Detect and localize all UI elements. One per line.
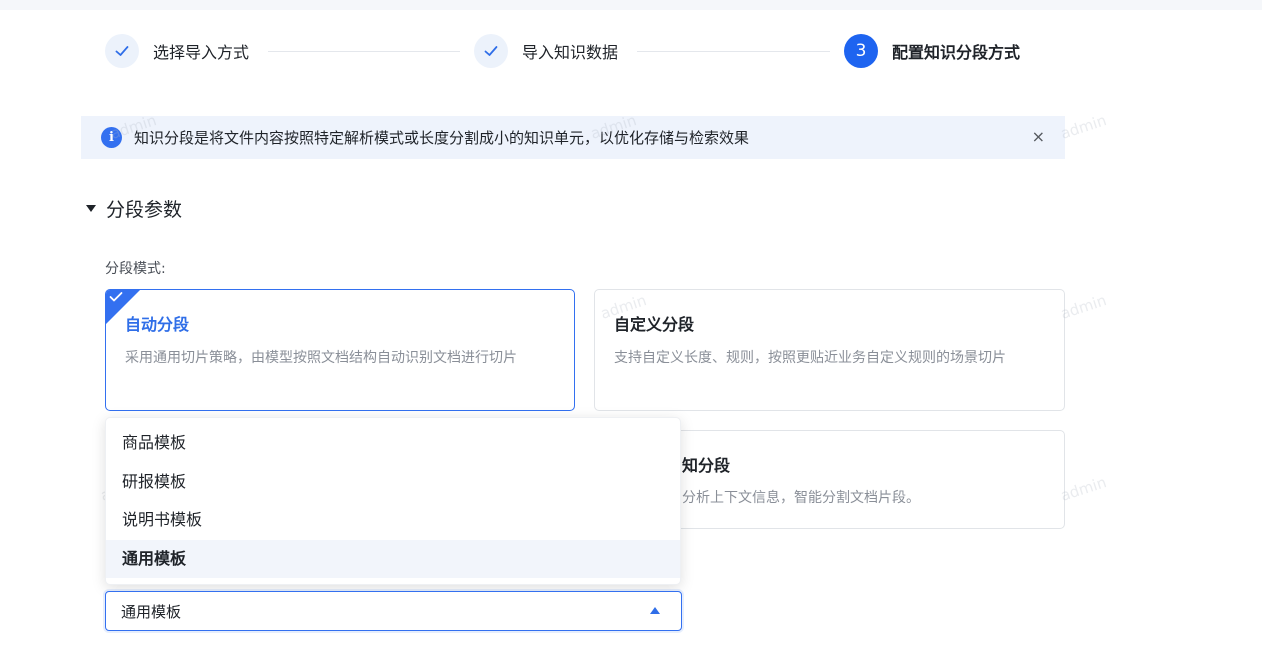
step-connector: [268, 51, 460, 52]
step-1: 选择导入方式: [105, 34, 249, 68]
check-icon: [474, 34, 508, 68]
mode-label: 分段模式:: [105, 261, 166, 277]
check-icon: [105, 34, 139, 68]
watermark: admin: [1058, 473, 1109, 505]
info-icon: i: [101, 127, 122, 148]
card-description: 支持自定义长度、规则，按照更贴近业务自定义规则的场景切片: [614, 350, 1006, 366]
template-select[interactable]: 通用模板: [105, 591, 682, 631]
mode-card-auto[interactable]: 自动分段 采用通用切片策略，由模型按照文档结构自动识别文档进行切片: [105, 289, 575, 411]
step-label: 配置知识分段方式: [892, 43, 1021, 62]
step-label: 导入知识数据: [522, 43, 619, 62]
menu-item-research[interactable]: 研报模板: [106, 463, 680, 502]
caret-down-icon: [86, 205, 96, 212]
card-description: 采用通用切片策略，由模型按照文档结构自动识别文档进行切片: [125, 350, 517, 366]
card-description: 分析上下文信息，智能分割文档片段。: [682, 490, 920, 506]
section-title: 分段参数: [106, 199, 183, 221]
caret-up-icon: [650, 607, 660, 614]
steps-progress: 选择导入方式 导入知识数据 3 配置知识分段方式: [105, 34, 1035, 68]
watermark: admin: [1058, 111, 1109, 143]
select-value: 通用模板: [121, 602, 182, 621]
section-toggle[interactable]: 分段参数: [86, 195, 182, 222]
template-dropdown-menu: 商品模板 研报模板 说明书模板 通用模板: [105, 417, 681, 585]
step-label: 选择导入方式: [153, 43, 250, 62]
info-alert: i 知识分段是将文件内容按照特定解析模式或长度分割成小的知识单元，以优化存储与检…: [81, 116, 1065, 159]
card-title: 自动分段: [125, 315, 190, 334]
step-number-badge: 3: [844, 34, 878, 68]
check-icon: [109, 291, 123, 307]
menu-item-manual[interactable]: 说明书模板: [106, 501, 680, 540]
alert-message: 知识分段是将文件内容按照特定解析模式或长度分割成小的知识单元，以优化存储与检索效…: [134, 129, 750, 147]
watermark: admin: [1058, 291, 1109, 323]
mode-card-custom[interactable]: 自定义分段 支持自定义长度、规则，按照更贴近业务自定义规则的场景切片: [594, 289, 1065, 411]
menu-item-general[interactable]: 通用模板: [106, 539, 680, 578]
card-title: 知分段: [682, 456, 731, 475]
menu-item-product[interactable]: 商品模板: [106, 424, 680, 463]
step-3: 3 配置知识分段方式: [844, 34, 1020, 68]
top-bar: [0, 0, 1262, 10]
close-icon[interactable]: ×: [1032, 127, 1045, 146]
card-title: 自定义分段: [614, 315, 695, 334]
step-connector: [637, 51, 830, 52]
step-2: 导入知识数据: [474, 34, 618, 68]
